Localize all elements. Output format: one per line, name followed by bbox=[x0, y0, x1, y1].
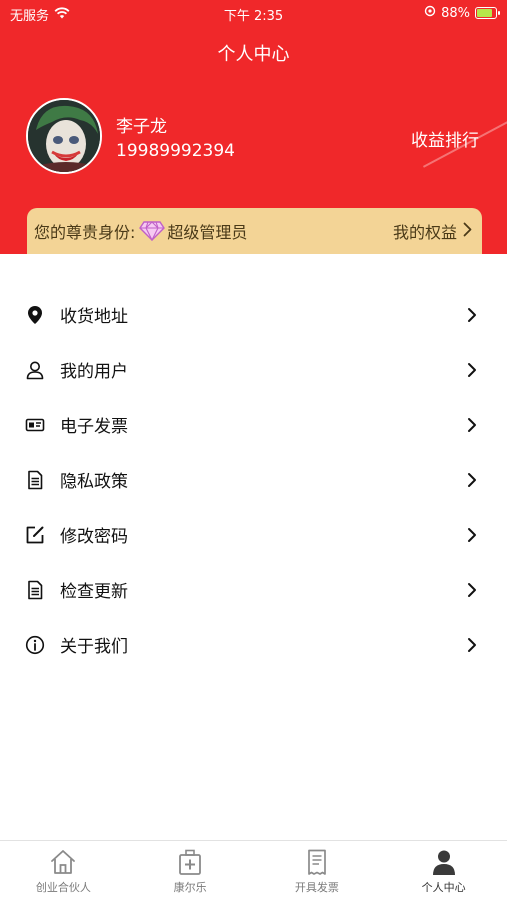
tab-partner[interactable]: 创业合伙人 bbox=[0, 841, 127, 900]
earnings-ranking-link[interactable]: 收益排行 bbox=[411, 126, 479, 151]
tab-label: 开具发票 bbox=[294, 881, 339, 894]
document-icon bbox=[24, 469, 46, 491]
info-circle-icon bbox=[24, 634, 46, 656]
menu-item-label: 检查更新 bbox=[60, 582, 128, 602]
medkit-icon bbox=[175, 847, 205, 877]
receipt-icon bbox=[302, 847, 332, 877]
avatar[interactable] bbox=[26, 98, 102, 174]
vip-status-bar[interactable]: 您的尊贵身份: 超级管理员 我的权益 bbox=[27, 208, 482, 254]
user-outline-icon bbox=[24, 359, 46, 381]
battery-percent: 88% bbox=[441, 5, 470, 21]
tab-kangerle[interactable]: 康尔乐 bbox=[127, 841, 254, 900]
chevron-right-icon bbox=[467, 471, 479, 489]
status-right: 88% bbox=[424, 5, 500, 21]
chevron-right-icon bbox=[467, 636, 479, 654]
menu-item-label: 我的用户 bbox=[60, 362, 128, 382]
chevron-right-icon bbox=[467, 581, 479, 599]
chevron-right-icon bbox=[467, 361, 479, 379]
status-bar: 无服务 下午 2:35 88% bbox=[0, 0, 507, 28]
diamond-icon bbox=[139, 221, 166, 241]
edit-icon bbox=[24, 524, 46, 546]
my-rights-link[interactable]: 我的权益 bbox=[393, 219, 472, 243]
vip-label: 您的尊贵身份: bbox=[34, 223, 136, 242]
my-rights-label: 我的权益 bbox=[392, 223, 457, 242]
chevron-right-icon bbox=[467, 416, 479, 434]
user-name: 李子龙 bbox=[116, 117, 167, 137]
tab-invoice[interactable]: 开具发票 bbox=[254, 841, 381, 900]
tab-label: 个人中心 bbox=[421, 881, 466, 894]
page-title: 个人中心 bbox=[217, 44, 290, 65]
menu-item-about-us[interactable]: 关于我们 bbox=[0, 617, 507, 672]
orientation-lock-icon bbox=[424, 5, 436, 21]
profile-header: 无服务 下午 2:35 88% 个人中心 李子龙 19989992394 收益排… bbox=[0, 0, 507, 254]
person-icon bbox=[429, 847, 459, 877]
settings-menu: 收货地址 我的用户 电子发票 隐私政策 修改密码 检查更新 关于我们 bbox=[0, 287, 507, 672]
location-pin-icon bbox=[24, 304, 46, 326]
tab-profile[interactable]: 个人中心 bbox=[380, 841, 507, 900]
menu-item-label: 收货地址 bbox=[60, 307, 128, 327]
chevron-right-icon bbox=[467, 306, 479, 324]
menu-item-privacy-policy[interactable]: 隐私政策 bbox=[0, 452, 507, 507]
menu-item-check-update[interactable]: 检查更新 bbox=[0, 562, 507, 617]
chevron-right-icon bbox=[467, 526, 479, 544]
house-icon bbox=[48, 847, 78, 877]
vip-role: 超级管理员 bbox=[167, 223, 248, 242]
menu-item-shipping-address[interactable]: 收货地址 bbox=[0, 287, 507, 342]
menu-item-label: 电子发票 bbox=[60, 417, 128, 437]
tab-label: 创业合伙人 bbox=[35, 881, 91, 894]
menu-item-change-password[interactable]: 修改密码 bbox=[0, 507, 507, 562]
document-icon bbox=[24, 579, 46, 601]
user-phone: 19989992394 bbox=[116, 141, 235, 161]
menu-item-label: 关于我们 bbox=[60, 637, 128, 657]
chevron-right-icon bbox=[463, 222, 472, 241]
battery-fill bbox=[477, 9, 492, 17]
tab-bar: 创业合伙人 康尔乐 开具发票 个人中心 bbox=[0, 840, 507, 900]
menu-item-e-invoice[interactable]: 电子发票 bbox=[0, 397, 507, 452]
menu-item-label: 修改密码 bbox=[60, 527, 128, 547]
menu-item-my-users[interactable]: 我的用户 bbox=[0, 342, 507, 397]
id-card-icon bbox=[24, 414, 46, 436]
menu-item-label: 隐私政策 bbox=[60, 472, 128, 492]
avatar-image bbox=[28, 100, 100, 172]
battery-icon bbox=[475, 7, 500, 19]
tab-label: 康尔乐 bbox=[173, 881, 207, 894]
